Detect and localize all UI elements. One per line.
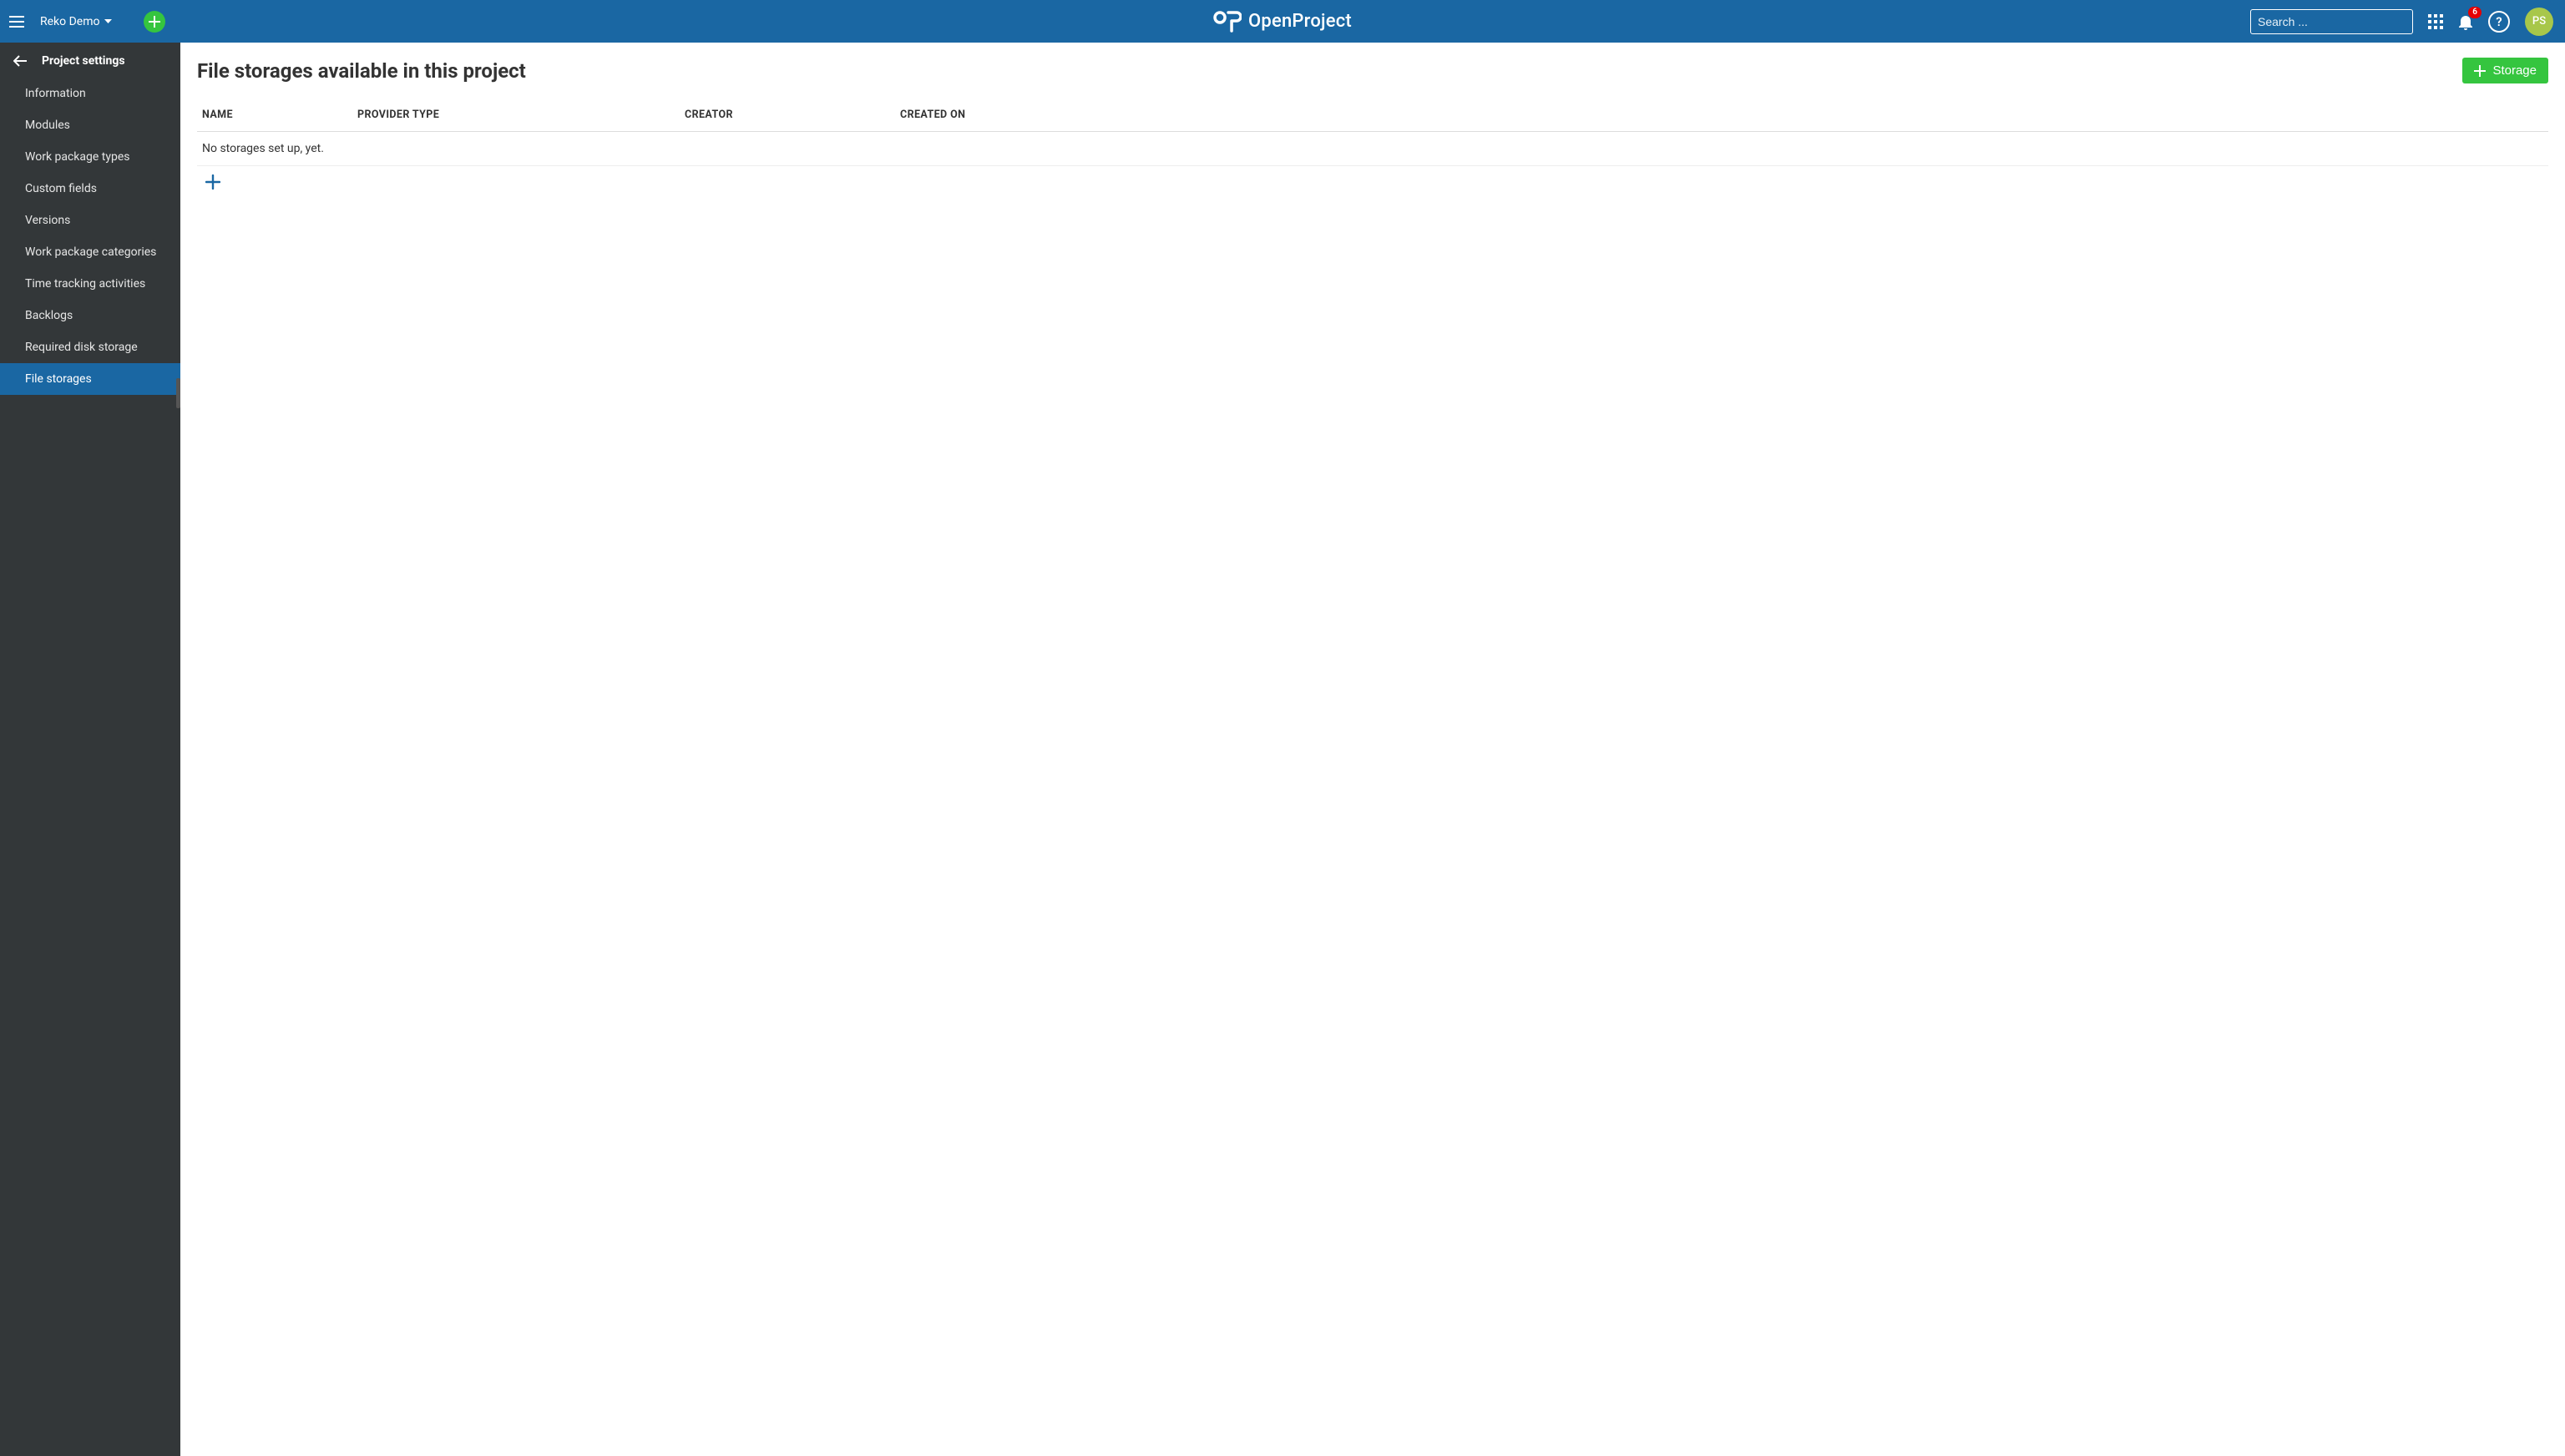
sidebar-header: Project settings — [0, 43, 180, 78]
sidebar-scrollbar[interactable] — [176, 378, 180, 408]
sidebar-item-file-storages[interactable]: File storages — [0, 363, 180, 395]
main-content: File storages available in this project … — [180, 43, 2565, 1456]
notification-badge: 6 — [2468, 7, 2482, 18]
search-input[interactable] — [2258, 15, 2409, 28]
col-created-on[interactable]: CREATED ON — [895, 102, 2548, 132]
back-button[interactable] — [13, 55, 27, 67]
sidebar-item-custom-fields[interactable]: Custom fields — [0, 173, 180, 205]
sidebar-item-label: File storages — [25, 372, 92, 386]
sidebar-item-backlogs[interactable]: Backlogs — [0, 300, 180, 331]
plus-icon — [149, 16, 160, 28]
help-icon: ? — [2496, 14, 2502, 29]
sidebar-item-label: Information — [25, 87, 86, 100]
sidebar-item-label: Required disk storage — [25, 341, 138, 354]
add-storage-button[interactable]: Storage — [2462, 58, 2548, 83]
add-storage-label: Storage — [2492, 63, 2537, 78]
sidebar-item-modules[interactable]: Modules — [0, 109, 180, 141]
sidebar-item-work-package-types[interactable]: Work package types — [0, 141, 180, 173]
plus-icon — [205, 174, 220, 190]
body-row: Project settings Information Modules Wor… — [0, 43, 2565, 1456]
col-provider-type[interactable]: PROVIDER TYPE — [352, 102, 680, 132]
brand-logo[interactable]: OpenProject — [1213, 10, 1352, 33]
apps-grid-button[interactable] — [2428, 14, 2443, 29]
sidebar: Project settings Information Modules Wor… — [0, 43, 180, 1456]
plus-icon — [2474, 65, 2486, 77]
main-header-row: File storages available in this project … — [197, 58, 2548, 83]
storage-table: NAME PROVIDER TYPE CREATOR CREATED ON No… — [197, 102, 2548, 166]
empty-state-message: No storages set up, yet. — [197, 132, 2548, 166]
sidebar-item-label: Time tracking activities — [25, 277, 145, 291]
avatar[interactable]: PS — [2525, 8, 2553, 36]
apps-grid-icon — [2428, 14, 2443, 29]
sidebar-item-versions[interactable]: Versions — [0, 205, 180, 236]
search-box[interactable] — [2250, 9, 2413, 34]
sidebar-item-label: Modules — [25, 119, 70, 132]
add-row-button[interactable] — [197, 166, 229, 198]
project-selector[interactable]: Reko Demo — [33, 15, 119, 28]
project-name: Reko Demo — [40, 15, 99, 28]
hamburger-icon — [9, 16, 24, 28]
sidebar-item-time-tracking-activities[interactable]: Time tracking activities — [0, 268, 180, 300]
openproject-logo-icon — [1213, 10, 1242, 33]
arrow-left-icon — [13, 55, 27, 67]
sidebar-item-work-package-categories[interactable]: Work package categories — [0, 236, 180, 268]
sidebar-item-required-disk-storage[interactable]: Required disk storage — [0, 331, 180, 363]
sidebar-item-information[interactable]: Information — [0, 78, 180, 109]
page-title: File storages available in this project — [197, 59, 526, 83]
empty-state-row: No storages set up, yet. — [197, 132, 2548, 166]
brand-text: OpenProject — [1248, 11, 1352, 32]
sidebar-item-label: Versions — [25, 214, 70, 227]
caret-down-icon — [104, 19, 112, 24]
col-name[interactable]: NAME — [197, 102, 352, 132]
sidebar-item-label: Backlogs — [25, 309, 73, 322]
sidebar-item-label: Work package types — [25, 150, 130, 164]
help-button[interactable]: ? — [2488, 11, 2510, 33]
header-right: 6 ? PS — [2250, 8, 2565, 36]
col-creator[interactable]: CREATOR — [680, 102, 895, 132]
sidebar-title: Project settings — [42, 54, 125, 68]
hamburger-menu[interactable] — [0, 0, 33, 43]
top-header: Reko Demo OpenProject 6 ? — [0, 0, 2565, 43]
sidebar-item-label: Work package categories — [25, 245, 156, 259]
sidebar-item-label: Custom fields — [25, 182, 97, 195]
quick-add-button[interactable] — [144, 11, 165, 33]
notifications-button[interactable]: 6 — [2458, 13, 2473, 30]
avatar-initials: PS — [2532, 15, 2546, 28]
